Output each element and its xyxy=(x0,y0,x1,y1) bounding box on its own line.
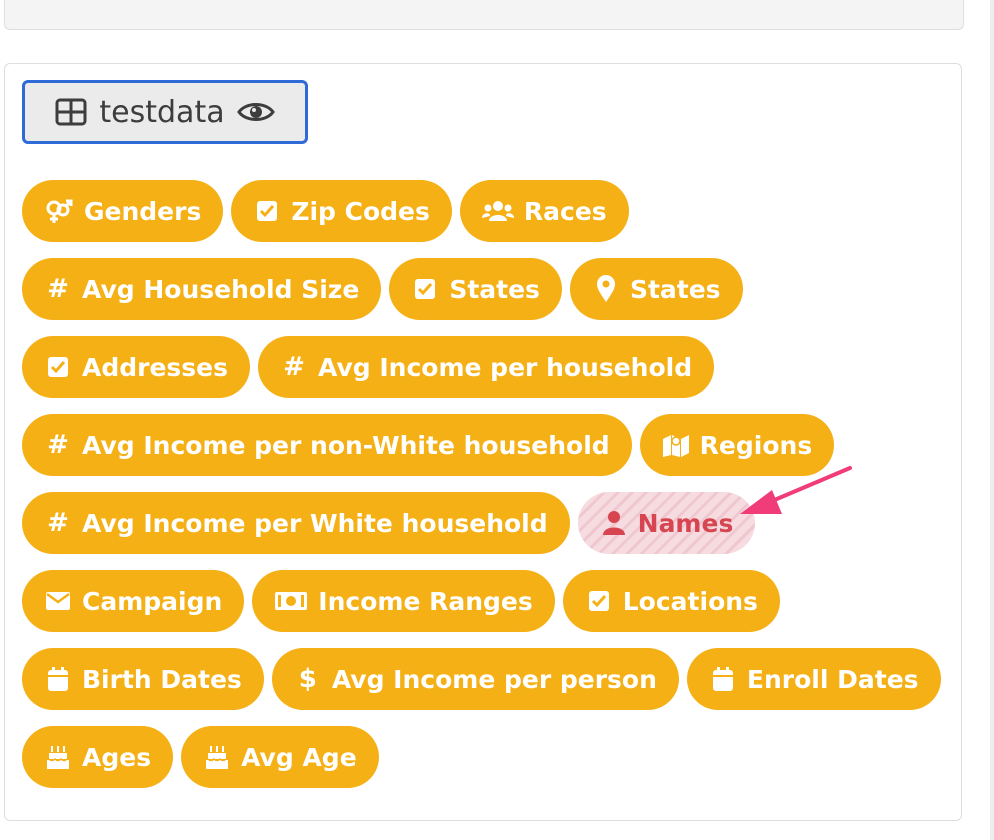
field-tag-label: Avg Household Size xyxy=(82,274,360,304)
field-tag-income-ranges[interactable]: Income Ranges xyxy=(252,570,555,632)
field-tag-label: Ages xyxy=(82,742,152,772)
field-tag-label: States xyxy=(629,274,721,304)
field-tag-states[interactable]: States xyxy=(569,258,743,320)
birthday-cake-icon xyxy=(44,743,72,771)
field-tag-races[interactable]: Races xyxy=(459,180,629,242)
field-tag-label: Races xyxy=(523,196,607,226)
field-tag-states[interactable]: States xyxy=(389,258,562,320)
field-tag-avg-income-per-non-white-household[interactable]: # Avg Income per non-White household xyxy=(22,414,632,476)
field-tag-label: Names xyxy=(637,508,734,538)
field-tag-label: Avg Income per household xyxy=(318,352,693,382)
envelope-icon xyxy=(44,587,72,615)
previous-panel xyxy=(4,0,964,30)
field-tag-campaign[interactable]: Campaign xyxy=(22,570,245,632)
field-tag-label: Addresses xyxy=(82,352,229,382)
dataset-name: testdata xyxy=(99,94,225,130)
field-tag-addresses[interactable]: Addresses xyxy=(22,336,251,398)
hash-icon: # xyxy=(283,352,305,382)
field-tag-avg-age[interactable]: Avg Age xyxy=(181,726,379,788)
birthday-cake-icon xyxy=(203,743,231,771)
hash-icon: # xyxy=(47,274,69,304)
dollar-icon: $ xyxy=(298,664,317,694)
field-tag-label: Avg Income per White household xyxy=(82,508,548,538)
field-tag-label: States xyxy=(449,274,540,304)
field-tag-birth-dates[interactable]: Birth Dates xyxy=(22,648,264,710)
field-tag-zip-codes[interactable]: Zip Codes xyxy=(231,180,452,242)
field-tag-label: Income Ranges xyxy=(318,586,533,616)
field-tag-label: Avg Income per non-White household xyxy=(82,430,610,460)
annotation-arrow xyxy=(740,466,852,514)
field-tag-label: Campaign xyxy=(82,586,223,616)
field-tag-names[interactable]: Names xyxy=(577,492,756,554)
users-icon xyxy=(481,197,514,225)
field-tag-avg-household-size[interactable]: # Avg Household Size xyxy=(22,258,382,320)
gender-icon xyxy=(44,197,74,225)
hash-icon: # xyxy=(47,508,69,538)
field-tag-locations[interactable]: Locations xyxy=(562,570,780,632)
field-tag-label: Avg Age xyxy=(241,742,357,772)
field-tag-label: Avg Income per person xyxy=(331,664,657,694)
calendar-icon xyxy=(44,665,72,693)
field-tag-label: Locations xyxy=(622,586,758,616)
money-bill-icon xyxy=(274,587,308,615)
table-icon xyxy=(55,98,87,126)
field-tag-label: Zip Codes xyxy=(291,196,430,226)
hash-icon: # xyxy=(47,430,69,460)
field-tag-ages[interactable]: Ages xyxy=(22,726,174,788)
field-tag-label: Enroll Dates xyxy=(746,664,919,694)
checkbox-icon xyxy=(585,587,613,615)
dataset-button[interactable]: testdata xyxy=(22,80,308,144)
map-marker-icon xyxy=(592,275,620,303)
field-tag-label: Genders xyxy=(84,196,202,226)
checkbox-icon xyxy=(411,275,439,303)
field-tag-avg-income-per-household[interactable]: # Avg Income per household xyxy=(258,336,715,398)
field-tag-avg-income-per-person[interactable]: $ Avg Income per person xyxy=(271,648,679,710)
field-tag-label: Birth Dates xyxy=(82,664,242,694)
field-tag-genders[interactable]: Genders xyxy=(22,180,224,242)
field-tag-enroll-dates[interactable]: Enroll Dates xyxy=(686,648,941,710)
scrollbar-track[interactable] xyxy=(990,0,994,840)
field-tag-avg-income-per-white-household[interactable]: # Avg Income per White household xyxy=(22,492,570,554)
checkbox-icon xyxy=(44,353,72,381)
map-icon xyxy=(662,431,690,459)
user-icon xyxy=(600,509,628,537)
eye-icon[interactable] xyxy=(236,99,275,125)
checkbox-icon xyxy=(253,197,281,225)
field-tag-label: Regions xyxy=(699,430,813,460)
calendar-icon xyxy=(709,665,737,693)
